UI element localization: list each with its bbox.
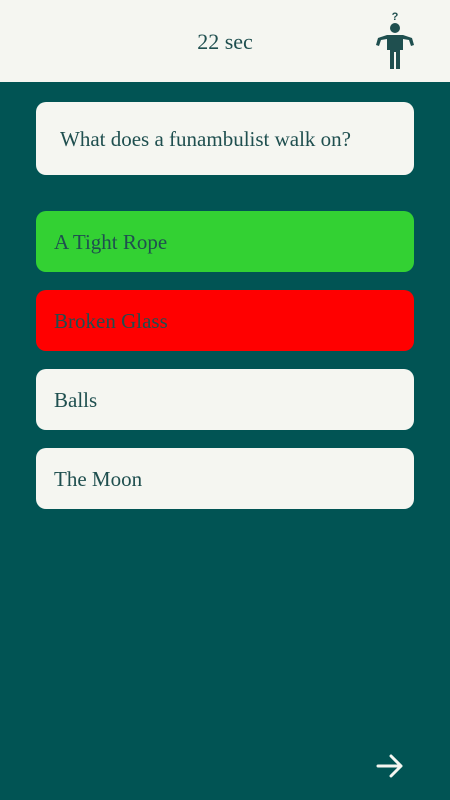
answer-option-1[interactable]: A Tight Rope [36,211,414,272]
question-card: What does a funambulist walk on? [36,102,414,175]
answer-option-4[interactable]: The Moon [36,448,414,509]
answer-option-2[interactable]: Broken Glass [36,290,414,351]
question-mark-glyph: ? [392,11,399,23]
next-button[interactable] [372,748,408,784]
person-question-icon[interactable]: ? [372,10,418,72]
arrow-right-icon [376,754,403,778]
answer-option-3[interactable]: Balls [36,369,414,430]
